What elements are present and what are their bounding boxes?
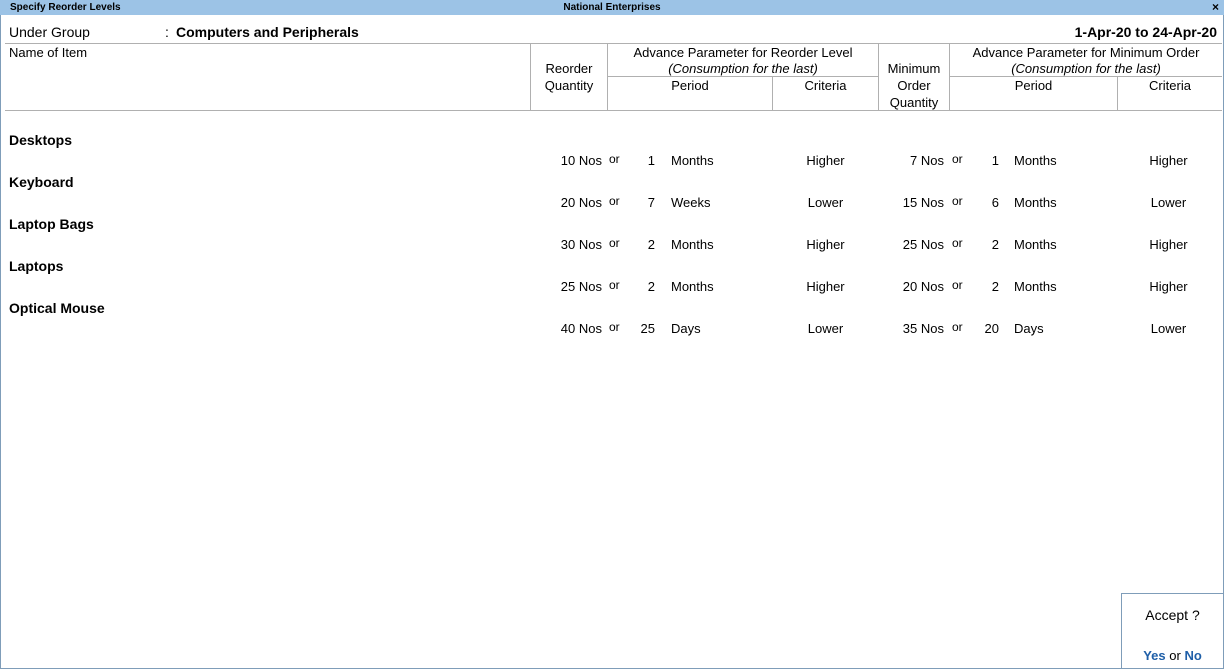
or-text: or [609,236,620,250]
header-adv-reorder: Advance Parameter for Reorder Level [633,45,853,60]
header-reorder-line2: Quantity [544,78,594,93]
criteria-value[interactable]: Higher [1118,279,1219,294]
header-min-line2: Order [897,78,931,93]
header-top-rule [5,43,1222,44]
item-name[interactable]: Laptops [9,258,309,274]
criteria-value[interactable]: Higher [773,153,878,168]
reorder-qty[interactable]: 30 Nos [531,237,602,252]
item-name[interactable]: Desktops [9,132,309,148]
period-number[interactable]: 1 [975,153,999,168]
or-text: or [952,320,963,334]
or-text: or [609,152,620,166]
or-text: or [952,236,963,250]
header-period: Period [671,78,709,93]
or-text: or [952,152,963,166]
min-order-qty[interactable]: 15 Nos [879,195,944,210]
period-unit[interactable]: Months [671,237,751,252]
reorder-qty[interactable]: 10 Nos [531,153,602,168]
col-divider [530,43,531,110]
under-group-label: Under Group [9,24,90,40]
item-name[interactable]: Laptop Bags [9,216,309,232]
or-text: or [609,194,620,208]
header-bottom-rule [5,110,1222,111]
or-text: or [609,278,620,292]
period-unit[interactable]: Months [1014,153,1094,168]
yes-button[interactable]: Yes [1143,648,1165,663]
reorder-qty[interactable]: 40 Nos [531,321,602,336]
accept-options: Yes or No [1122,648,1223,663]
period-number[interactable]: 7 [630,195,655,210]
accept-dialog: Accept ? Yes or No [1121,593,1223,668]
criteria-value[interactable]: Higher [773,279,878,294]
min-order-qty[interactable]: 35 Nos [879,321,944,336]
criteria-value[interactable]: Higher [773,237,878,252]
criteria-value[interactable]: Lower [773,195,878,210]
item-name[interactable]: Keyboard [9,174,309,190]
period-number[interactable]: 2 [630,279,655,294]
period-number[interactable]: 2 [975,279,999,294]
period-unit[interactable]: Months [671,153,751,168]
header-adv-min-sub: (Consumption for the last) [1011,61,1161,76]
reorder-qty[interactable]: 20 Nos [531,195,602,210]
period-unit[interactable]: Months [671,279,751,294]
adv-min-sub-rule [950,76,1222,77]
header-name-of-item: Name of Item [9,45,88,60]
or-text: or [952,278,963,292]
period-number[interactable]: 6 [975,195,999,210]
or-text: or [952,194,963,208]
header-adv-min: Advance Parameter for Minimum Order [972,45,1200,60]
period-unit[interactable]: Months [1014,279,1094,294]
or-text: or [1169,648,1181,663]
period-unit[interactable]: Weeks [671,195,751,210]
company-name: National Enterprises [563,2,661,13]
header-min-line3: Quantity [889,95,939,110]
period-number[interactable]: 2 [975,237,999,252]
or-text: or [609,320,620,334]
period-number[interactable]: 20 [975,321,999,336]
title-bar: Specify Reorder Levels National Enterpri… [0,0,1224,15]
period-range[interactable]: 1-Apr-20 to 24-Apr-20 [1000,24,1217,40]
group-separator: : [165,24,169,40]
header-period-2: Period [1014,78,1053,93]
min-order-qty[interactable]: 7 Nos [879,153,944,168]
criteria-value[interactable]: Lower [773,321,878,336]
item-name[interactable]: Optical Mouse [9,300,309,316]
min-order-qty[interactable]: 25 Nos [879,237,944,252]
no-button[interactable]: No [1184,648,1201,663]
close-icon[interactable]: × [1212,0,1219,15]
adv-reorder-sub-rule [608,76,878,77]
header-min-line1: Minimum [887,61,941,76]
header-criteria-2: Criteria [1149,78,1191,93]
criteria-value[interactable]: Lower [1118,195,1219,210]
min-order-qty[interactable]: 20 Nos [879,279,944,294]
period-unit[interactable]: Days [1014,321,1094,336]
period-number[interactable]: 25 [630,321,655,336]
period-unit[interactable]: Months [1014,237,1094,252]
period-number[interactable]: 2 [630,237,655,252]
period-unit[interactable]: Months [1014,195,1094,210]
header-criteria: Criteria [804,78,847,93]
accept-question: Accept ? [1145,607,1200,623]
criteria-value[interactable]: Lower [1118,321,1219,336]
group-name[interactable]: Computers and Peripherals [176,24,359,40]
criteria-value[interactable]: Higher [1118,153,1219,168]
header-adv-reorder-sub: (Consumption for the last) [668,61,818,76]
criteria-value[interactable]: Higher [1118,237,1219,252]
period-number[interactable]: 1 [630,153,655,168]
period-unit[interactable]: Days [671,321,751,336]
reorder-qty[interactable]: 25 Nos [531,279,602,294]
header-reorder-line1: Reorder [545,61,593,76]
